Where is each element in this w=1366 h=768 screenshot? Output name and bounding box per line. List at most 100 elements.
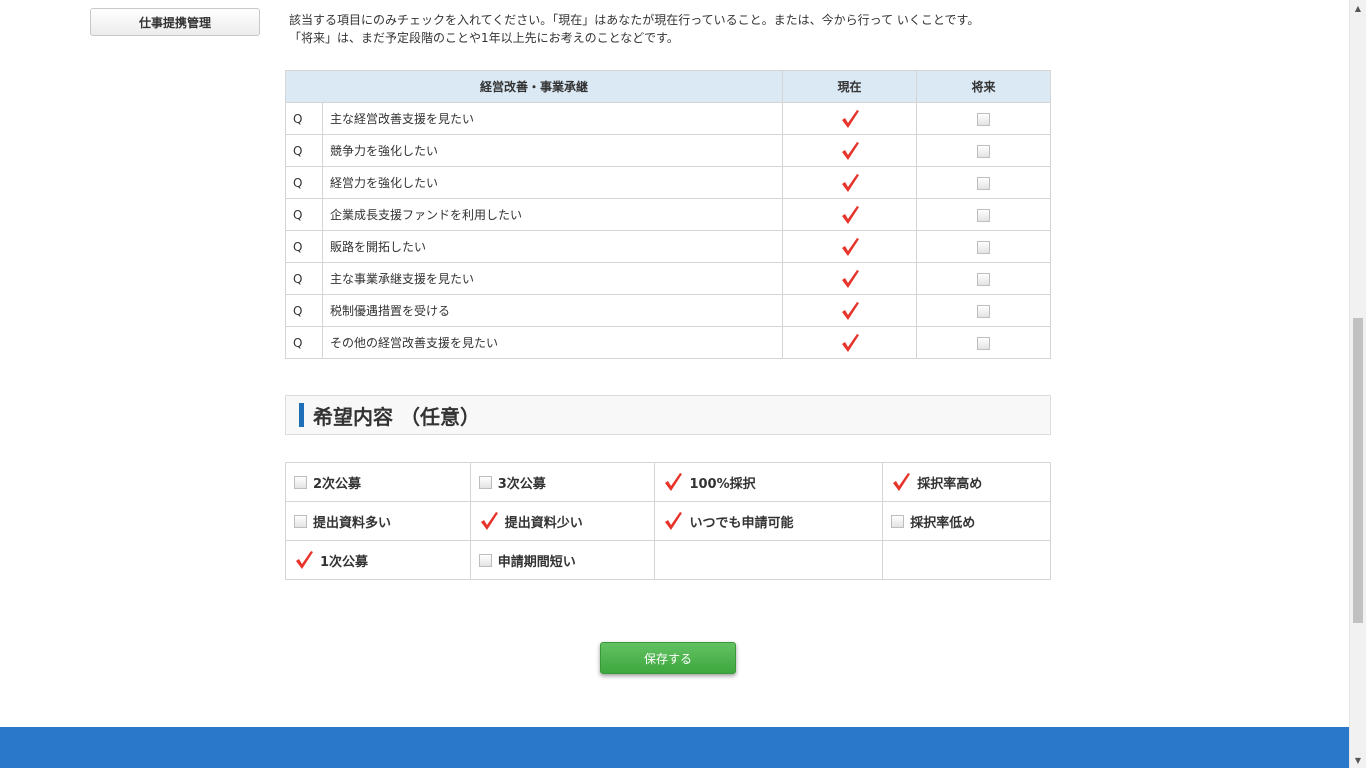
wish-checked-icon[interactable] [294, 550, 314, 570]
wishes-section-title: 希望内容 （任意） [313, 404, 480, 429]
question-label: 経営力を強化したい [322, 166, 783, 199]
wish-option[interactable]: 提出資料多い [285, 501, 471, 541]
wish-option[interactable]: 2次公募 [285, 462, 471, 502]
future-checkbox[interactable] [977, 112, 990, 126]
footer-bar [0, 727, 1349, 768]
wish-checked-icon[interactable] [663, 472, 683, 492]
header-current: 現在 [782, 70, 917, 103]
wish-checkbox[interactable] [294, 475, 307, 489]
current-cell[interactable] [782, 166, 917, 199]
q-marker: Q [285, 166, 323, 199]
wish-option[interactable]: 採択率低め [882, 501, 1051, 541]
table-row: Q 企業成長支援ファンドを利用したい [285, 198, 1051, 231]
instructions: 該当する項目にのみチェックを入れてください。「現在」はあなたが現在行っていること… [289, 11, 1049, 47]
wish-option[interactable]: 1次公募 [285, 540, 471, 580]
wish-checkbox[interactable] [294, 514, 307, 528]
wish-checkbox[interactable] [891, 514, 905, 528]
future-cell[interactable] [916, 198, 1051, 231]
wishes-section-header: 希望内容 （任意） [285, 395, 1051, 435]
future-checkbox[interactable] [977, 208, 990, 222]
current-cell[interactable] [782, 134, 917, 167]
table-row: Q 税制優遇措置を受ける [285, 294, 1051, 327]
wish-checked-icon[interactable] [663, 511, 683, 531]
question-label: 税制優遇措置を受ける [322, 294, 783, 327]
current-checked-icon[interactable] [840, 333, 860, 353]
future-checkbox[interactable] [977, 240, 990, 254]
table-row: Q 競争力を強化したい [285, 134, 1051, 167]
wish-checked-icon[interactable] [479, 511, 499, 531]
future-checkbox[interactable] [977, 272, 990, 286]
question-table: 経営改善・事業承継 現在 将来 Q 主な経営改善支援を見たい Q 競争力を強化したい Q… [285, 70, 1051, 359]
q-marker: Q [285, 294, 323, 327]
future-checkbox[interactable] [977, 176, 990, 190]
job-partnership-button[interactable]: 仕事提携管理 [90, 8, 260, 36]
current-checked-icon[interactable] [840, 205, 860, 225]
wish-checked-icon[interactable] [891, 472, 911, 492]
wish-option[interactable]: 100%採択 [654, 462, 884, 502]
wish-option-label: 採択率低め [910, 515, 976, 531]
question-label: 競争力を強化したい [322, 134, 783, 167]
wish-option-label: 提出資料多い [313, 515, 392, 531]
section-accent-bar [299, 403, 304, 427]
current-cell[interactable] [782, 198, 917, 231]
wish-checkbox[interactable] [478, 475, 492, 489]
current-cell[interactable] [782, 326, 917, 359]
scroll-thumb[interactable] [1353, 318, 1363, 623]
current-checked-icon[interactable] [840, 301, 860, 321]
wish-option-label: 3次公募 [497, 476, 546, 492]
future-cell[interactable] [916, 262, 1051, 295]
future-cell[interactable] [916, 166, 1051, 199]
question-label: 企業成長支援ファンドを利用したい [322, 198, 783, 231]
q-marker: Q [285, 102, 323, 135]
current-checked-icon[interactable] [840, 109, 860, 129]
wish-option[interactable]: 提出資料少い [469, 501, 656, 541]
q-marker: Q [285, 134, 323, 167]
table-row: Q 主な経営改善支援を見たい [285, 102, 1051, 135]
wish-option[interactable]: 申請期間短い [469, 540, 656, 580]
current-cell[interactable] [782, 262, 917, 295]
wish-option[interactable]: 3次公募 [469, 462, 656, 502]
future-cell[interactable] [916, 230, 1051, 263]
scroll-down-arrow-icon[interactable]: ▼ [1350, 752, 1366, 768]
current-checked-icon[interactable] [840, 141, 860, 161]
future-cell[interactable] [916, 134, 1051, 167]
future-cell[interactable] [916, 326, 1051, 359]
future-checkbox[interactable] [977, 144, 990, 158]
current-checked-icon[interactable] [840, 237, 860, 257]
vertical-scrollbar[interactable]: ▲ ▼ [1349, 0, 1366, 768]
instructions-line-2: 「将来」は、まだ予定段階のことや1年以上先にお考えのことなどです。 [289, 31, 679, 45]
wish-option-label: いつでも申請可能 [689, 515, 794, 531]
question-label: 主な経営改善支援を見たい [322, 102, 783, 135]
scroll-up-arrow-icon[interactable]: ▲ [1350, 0, 1366, 16]
wish-option-label: 申請期間短い [497, 554, 576, 570]
wish-checkbox[interactable] [478, 553, 492, 567]
future-checkbox[interactable] [977, 304, 990, 318]
empty-cell [882, 540, 1051, 580]
current-checked-icon[interactable] [840, 269, 860, 289]
wishes-row: 1次公募 申請期間短い [285, 540, 1051, 580]
save-button[interactable]: 保存する [600, 642, 736, 674]
wish-option[interactable]: いつでも申請可能 [654, 501, 884, 541]
wish-option[interactable]: 採択率高め [882, 462, 1051, 502]
current-cell[interactable] [782, 294, 917, 327]
future-checkbox[interactable] [977, 336, 990, 350]
q-marker: Q [285, 326, 323, 359]
future-cell[interactable] [916, 294, 1051, 327]
wishes-row: 提出資料多い 提出資料少い いつでも申請可能 採択率低め [285, 501, 1051, 541]
question-table-header: 経営改善・事業承継 現在 将来 [285, 70, 1051, 103]
future-cell[interactable] [916, 102, 1051, 135]
current-checked-icon[interactable] [840, 173, 860, 193]
empty-cell [654, 540, 884, 580]
q-marker: Q [285, 198, 323, 231]
table-row: Q 主な事業承継支援を見たい [285, 262, 1051, 295]
wish-option-label: 提出資料少い [504, 515, 583, 531]
table-row: Q 経営力を強化したい [285, 166, 1051, 199]
question-label: その他の経営改善支援を見たい [322, 326, 783, 359]
current-cell[interactable] [782, 230, 917, 263]
wish-option-label: 100%採択 [689, 476, 756, 492]
q-marker: Q [285, 262, 323, 295]
wish-option-label: 2次公募 [313, 476, 362, 492]
current-cell[interactable] [782, 102, 917, 135]
wish-option-label: 1次公募 [320, 554, 369, 570]
question-label: 販路を開拓したい [322, 230, 783, 263]
